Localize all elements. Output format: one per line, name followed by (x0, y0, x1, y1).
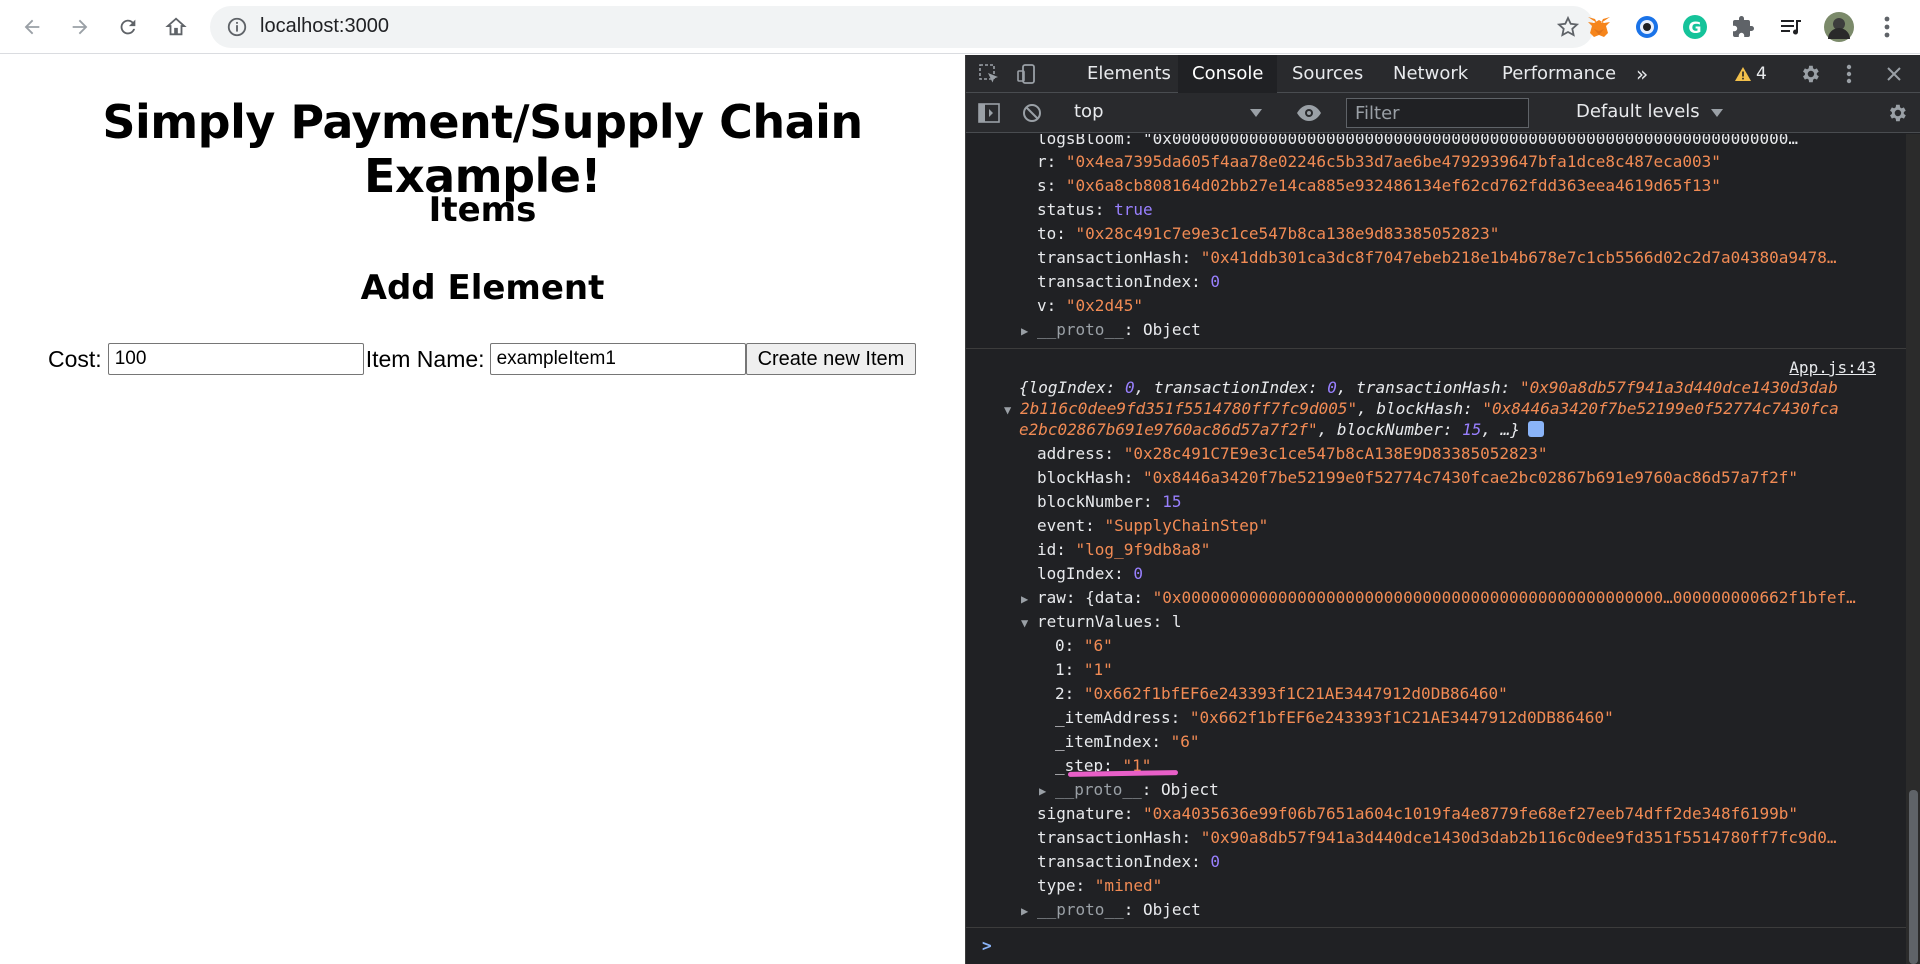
close-devtools-icon[interactable] (1884, 64, 1904, 84)
grammarly-extension-icon[interactable]: G (1680, 12, 1710, 42)
raw-expander[interactable]: ▶ raw: {data: "0x000000000000000000000000… (1021, 586, 1856, 610)
info-badge-icon[interactable] (1527, 421, 1544, 437)
add-item-form: Cost: Item Name: Create new Item (48, 342, 917, 376)
console-line: 1: "1" (1055, 660, 1113, 679)
log-levels-dropdown[interactable]: Default levels (1576, 101, 1724, 122)
console-line: transactionIndex: 0 (1037, 852, 1221, 871)
levels-arrow-icon (1711, 109, 1724, 117)
proto-expander[interactable]: ▶ __proto__: Object (1021, 318, 1201, 342)
show-sidebar-icon[interactable] (978, 102, 1000, 124)
cost-label: Cost: (48, 345, 102, 372)
console-line: transactionHash: "0x41ddb301ca3dc8f7047e… (1037, 248, 1837, 267)
console-line: id: "log_9f9db8a8" (1037, 540, 1211, 559)
console-line: address: "0x28c491C7E9e3c1ce547b8cA138E9… (1037, 444, 1548, 463)
console-line: signature: "0xa4035636e99f06b7651a604c10… (1037, 804, 1798, 823)
device-toolbar-icon[interactable] (1016, 63, 1038, 85)
console-line: 0: "6" (1055, 636, 1113, 655)
item-name-label: Item Name: (365, 345, 485, 372)
back-arrow-icon (24, 19, 40, 35)
console-line: _itemIndex: "6" (1055, 732, 1200, 751)
reload-button[interactable] (110, 9, 146, 45)
home-button[interactable] (158, 9, 194, 45)
more-tabs-button[interactable]: » (1622, 55, 1662, 93)
forward-arrow-icon (72, 19, 88, 35)
context-selector[interactable]: top (1074, 101, 1272, 127)
page-title: Simply Payment/Supply Chain Example! (102, 95, 863, 203)
web-page: Simply Payment/Supply Chain Example! Ite… (0, 55, 965, 964)
tab-performance[interactable]: Performance (1488, 55, 1630, 93)
forward-button[interactable] (62, 9, 98, 45)
media-queue-icon[interactable] (1776, 12, 1806, 42)
item-name-input[interactable] (489, 343, 746, 375)
console-line: to: "0x28c491c7e9e3c1ce547b8ca138e9d8338… (1037, 224, 1500, 243)
address-bar[interactable]: localhost:3000 (210, 6, 1594, 48)
console-line: type: "mined" (1037, 876, 1163, 895)
warning-icon (1735, 67, 1751, 81)
console-line: logsBloom: "0x00000000000000000000000000… (1037, 134, 1798, 148)
console-scrollbar-thumb[interactable] (1909, 790, 1918, 964)
browser-menu-icon[interactable] (1872, 12, 1902, 42)
console-line: event: "SupplyChainStep" (1037, 516, 1269, 535)
console-line: r: "0x4ea7395da605f4aa78e02246c5b33d7ae6… (1037, 152, 1721, 171)
profile-avatar[interactable] (1824, 12, 1854, 42)
console-line: transactionHash: "0x90a8db57f941a3d440dc… (1037, 828, 1837, 847)
reload-icon (120, 19, 136, 35)
clear-console-icon[interactable] (1021, 102, 1043, 124)
console-line: v: "0x2d45" (1037, 296, 1143, 315)
log-levels-label: Default levels (1576, 101, 1700, 122)
tab-network[interactable]: Network (1379, 55, 1482, 93)
bookmark-star-icon[interactable] (1556, 15, 1580, 39)
message-separator (966, 348, 1906, 349)
devtools-panel: Elements Console Sources Network Perform… (965, 55, 1920, 964)
proto-expander[interactable]: ▶ __proto__: Object (1039, 778, 1219, 802)
filter-input[interactable]: Filter (1346, 98, 1529, 128)
proto-expander[interactable]: ▶ __proto__: Object (1021, 898, 1201, 922)
inspect-element-icon[interactable] (978, 63, 1000, 85)
console-line: blockNumber: 15 (1037, 492, 1182, 511)
live-expression-eye-icon[interactable] (1296, 102, 1322, 124)
console-toolbar: top Filter Default levels (966, 93, 1920, 133)
console-line: 2: "0x662f1bfEF6e243393f1C21AE3447912d0D… (1055, 684, 1508, 703)
tab-elements[interactable]: Elements (1073, 55, 1185, 93)
dropdown-arrow-icon (1250, 109, 1262, 117)
console-line: transactionIndex: 0 (1037, 272, 1221, 291)
svg-text:G: G (1688, 18, 1701, 37)
tab-console[interactable]: Console (1178, 55, 1278, 93)
devtools-menu-icon[interactable] (1843, 63, 1855, 85)
eye-extension-icon[interactable] (1632, 12, 1662, 42)
items-heading: Items (428, 190, 537, 230)
back-button[interactable] (14, 9, 50, 45)
message-separator (966, 927, 1906, 928)
browser-toolbar: localhost:3000 G (0, 0, 1920, 54)
cost-input[interactable] (107, 343, 364, 375)
console-line: s: "0x6a8cb808164d02bb27e14ca885e9324861… (1037, 176, 1721, 195)
tab-sources[interactable]: Sources (1278, 55, 1377, 93)
console-output: logsBloom: "0x00000000000000000000000000… (966, 134, 1906, 964)
console-line: logIndex: 0 (1037, 564, 1143, 583)
console-line: _itemAddress: "0x662f1bfEF6e243393f1C21A… (1055, 708, 1614, 727)
home-icon (165, 17, 187, 36)
console-line: status: true (1037, 200, 1153, 219)
devtools-settings-icon[interactable] (1799, 63, 1821, 85)
context-value: top (1074, 101, 1104, 122)
console-line: blockHash: "0x8446a3420f7be52199e0f52774… (1037, 468, 1798, 487)
console-settings-icon[interactable] (1886, 102, 1908, 124)
add-element-heading: Add Element (360, 268, 605, 308)
create-item-button[interactable]: Create new Item (745, 343, 917, 375)
console-prompt[interactable]: > (982, 934, 992, 958)
warning-count: 4 (1756, 64, 1767, 84)
metamask-extension-icon[interactable] (1584, 12, 1614, 42)
warnings-counter[interactable]: 4 (1734, 64, 1767, 84)
url-text[interactable]: localhost:3000 (260, 15, 389, 38)
object-summary-line[interactable]: e2bc02867b691e9760ac86d57a7f2f", blockNu… (1019, 418, 1544, 442)
devtools-tab-bar: Elements Console Sources Network Perform… (966, 55, 1920, 93)
info-icon[interactable] (226, 16, 248, 38)
return-values-expander[interactable]: ▼ returnValues: l (1021, 610, 1182, 634)
extensions-puzzle-icon[interactable] (1728, 12, 1758, 42)
